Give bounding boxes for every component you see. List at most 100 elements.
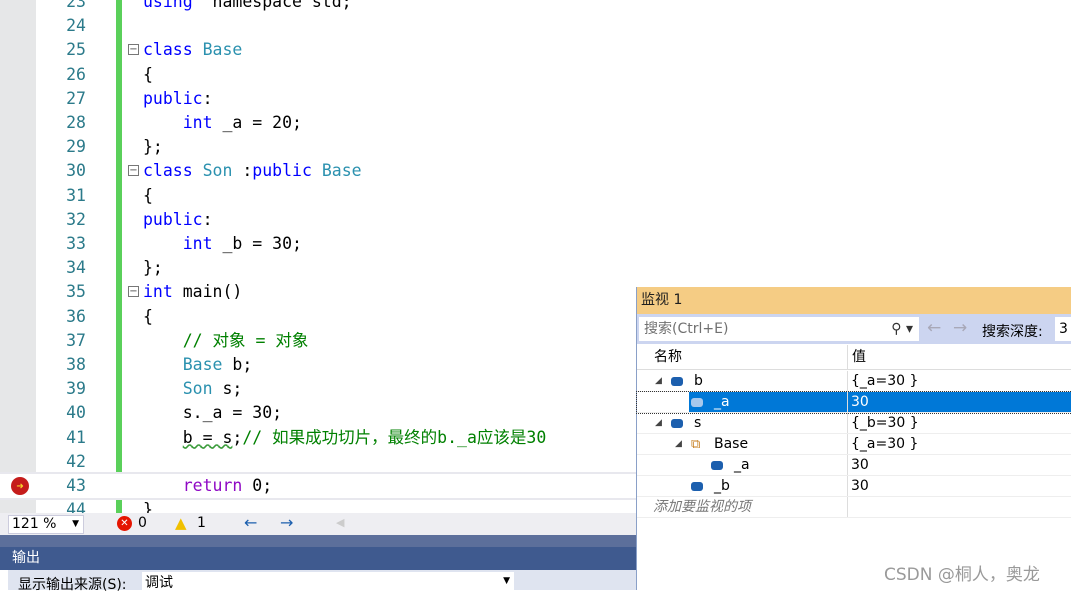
current-statement-icon[interactable]: ➜ xyxy=(11,477,29,495)
warning-icon[interactable]: ▲ xyxy=(175,514,187,532)
code-token: // 如果成功切片，最终的b._a应该是30 xyxy=(242,427,547,447)
line-number: 28 xyxy=(66,113,86,132)
line-number: 32 xyxy=(66,209,86,229)
field-icon xyxy=(691,398,703,407)
collapse-icon[interactable]: − xyxy=(128,165,139,177)
line-number: 24 xyxy=(66,16,86,36)
code-line[interactable]: 31 { xyxy=(0,184,1071,208)
field-icon xyxy=(711,461,723,470)
watch-row[interactable]: _b 30 xyxy=(637,476,1071,497)
base-class-icon: ⧉ xyxy=(691,437,701,452)
code-token: 0; xyxy=(242,476,273,495)
code-line[interactable]: 34}; xyxy=(0,256,1071,280)
search-back-icon[interactable]: ← xyxy=(927,318,941,338)
code-token: main() xyxy=(172,282,243,302)
splitter[interactable] xyxy=(0,535,636,547)
code-text: b = s;// 如果成功切片，最终的b._a应该是30 xyxy=(143,426,547,450)
code-line[interactable]: 33 int _b = 30; xyxy=(0,232,1071,256)
code-line[interactable]: 32 public: xyxy=(0,208,1071,232)
line-number: 39 xyxy=(66,379,86,399)
error-icon[interactable]: ✕ xyxy=(117,516,132,531)
zoom-dropdown[interactable]: 121 % ▼ xyxy=(8,515,84,534)
code-line[interactable]: 30 − class Son :public Base xyxy=(0,159,1071,183)
code-token: namespace std; xyxy=(192,0,352,11)
watch-row[interactable]: ◢ ⧉ Base {_a=30 } xyxy=(637,434,1071,455)
output-toolbar: 显示输出来源(S): 调试 ▼ xyxy=(8,570,636,593)
code-token: : xyxy=(232,161,253,181)
watermark: CSDN @桐人，奥龙 xyxy=(884,565,1040,585)
code-line[interactable]: 27 public: xyxy=(0,87,1071,111)
code-line[interactable]: 24 xyxy=(0,14,1071,38)
code-token: int xyxy=(182,113,213,132)
code-text: } xyxy=(143,498,153,513)
watch-row[interactable]: _a 30 xyxy=(637,455,1071,476)
code-token: public xyxy=(252,161,312,181)
column-name[interactable]: 名称 xyxy=(654,345,682,370)
watch-title-bar[interactable]: 监视 1 xyxy=(637,287,1071,314)
watch-name: b xyxy=(694,373,703,389)
scroll-left-icon[interactable]: ◀ xyxy=(336,516,344,529)
column-value[interactable]: 值 xyxy=(852,345,866,370)
watch-value[interactable]: 30 xyxy=(851,455,869,476)
line-number: 36 xyxy=(66,306,86,326)
code-token: public xyxy=(143,209,203,229)
expand-icon[interactable]: ◢ xyxy=(675,434,682,455)
code-line[interactable]: 23 using namespace std; xyxy=(0,0,1071,14)
watch-row[interactable]: ◢ s {_b=30 } xyxy=(637,413,1071,434)
code-text: s._a = 30; xyxy=(143,401,282,425)
code-text: { xyxy=(143,63,153,87)
output-source-dropdown[interactable]: 调试 ▼ xyxy=(142,572,514,591)
code-text: { xyxy=(143,184,153,208)
search-depth-input[interactable]: 3 xyxy=(1055,317,1071,341)
watch-header: 名称 值 xyxy=(637,345,1071,370)
field-icon xyxy=(691,482,703,491)
code-line[interactable]: 26 { xyxy=(0,63,1071,87)
field-icon xyxy=(671,377,683,386)
code-token: class xyxy=(143,40,193,60)
line-number: 23 xyxy=(66,0,86,11)
code-line[interactable]: 29}; xyxy=(0,135,1071,159)
code-text: // 对象 = 对象 xyxy=(143,329,309,353)
code-token: Base xyxy=(182,355,223,374)
collapse-icon[interactable]: − xyxy=(128,44,139,56)
watch-row[interactable]: _a 30 xyxy=(636,391,1071,414)
forward-arrow-icon[interactable]: → xyxy=(280,513,293,532)
code-line[interactable]: 25 − class Base xyxy=(0,38,1071,62)
expand-icon[interactable]: ◢ xyxy=(655,371,662,392)
code-token: : xyxy=(202,88,213,108)
search-icon[interactable]: ⚲ ▾ xyxy=(891,317,913,341)
code-token: { xyxy=(143,306,153,326)
watch-row[interactable]: ◢ b {_a=30 } xyxy=(637,371,1071,392)
watch-value[interactable]: {_a=30 } xyxy=(851,434,918,455)
line-number: 44 xyxy=(66,500,86,513)
code-token: _a = 20; xyxy=(212,113,302,132)
code-token: return xyxy=(182,476,243,495)
code-token: Base xyxy=(321,161,362,181)
code-token: _b = 30; xyxy=(212,234,302,253)
error-count: 0 xyxy=(138,515,147,531)
watch-value[interactable]: {_a=30 } xyxy=(851,371,918,392)
watch-name: _a xyxy=(714,394,730,410)
search-forward-icon[interactable]: → xyxy=(953,318,967,338)
watch-name: s xyxy=(694,415,702,431)
watch-value[interactable]: 30 xyxy=(851,392,869,413)
code-token: : xyxy=(202,209,213,229)
watch-value[interactable]: 30 xyxy=(851,476,869,497)
watch-search-input[interactable]: 搜索(Ctrl+E) ⚲ ▾ xyxy=(639,317,919,341)
watch-window: 监视 1 搜索(Ctrl+E) ⚲ ▾ ← → 搜索深度: 3 名称 值 ◢ b {_… xyxy=(636,287,1071,590)
collapse-icon[interactable]: − xyxy=(128,286,139,298)
expand-icon[interactable]: ◢ xyxy=(655,413,662,434)
back-arrow-icon[interactable]: ← xyxy=(244,513,257,532)
code-token: } xyxy=(143,500,153,513)
code-text: }; xyxy=(143,256,163,280)
code-line[interactable]: 28 int _a = 20; xyxy=(0,111,1071,135)
watch-value[interactable]: {_b=30 } xyxy=(851,413,919,434)
add-watch-item[interactable]: 添加要监视的项 xyxy=(637,497,1071,518)
